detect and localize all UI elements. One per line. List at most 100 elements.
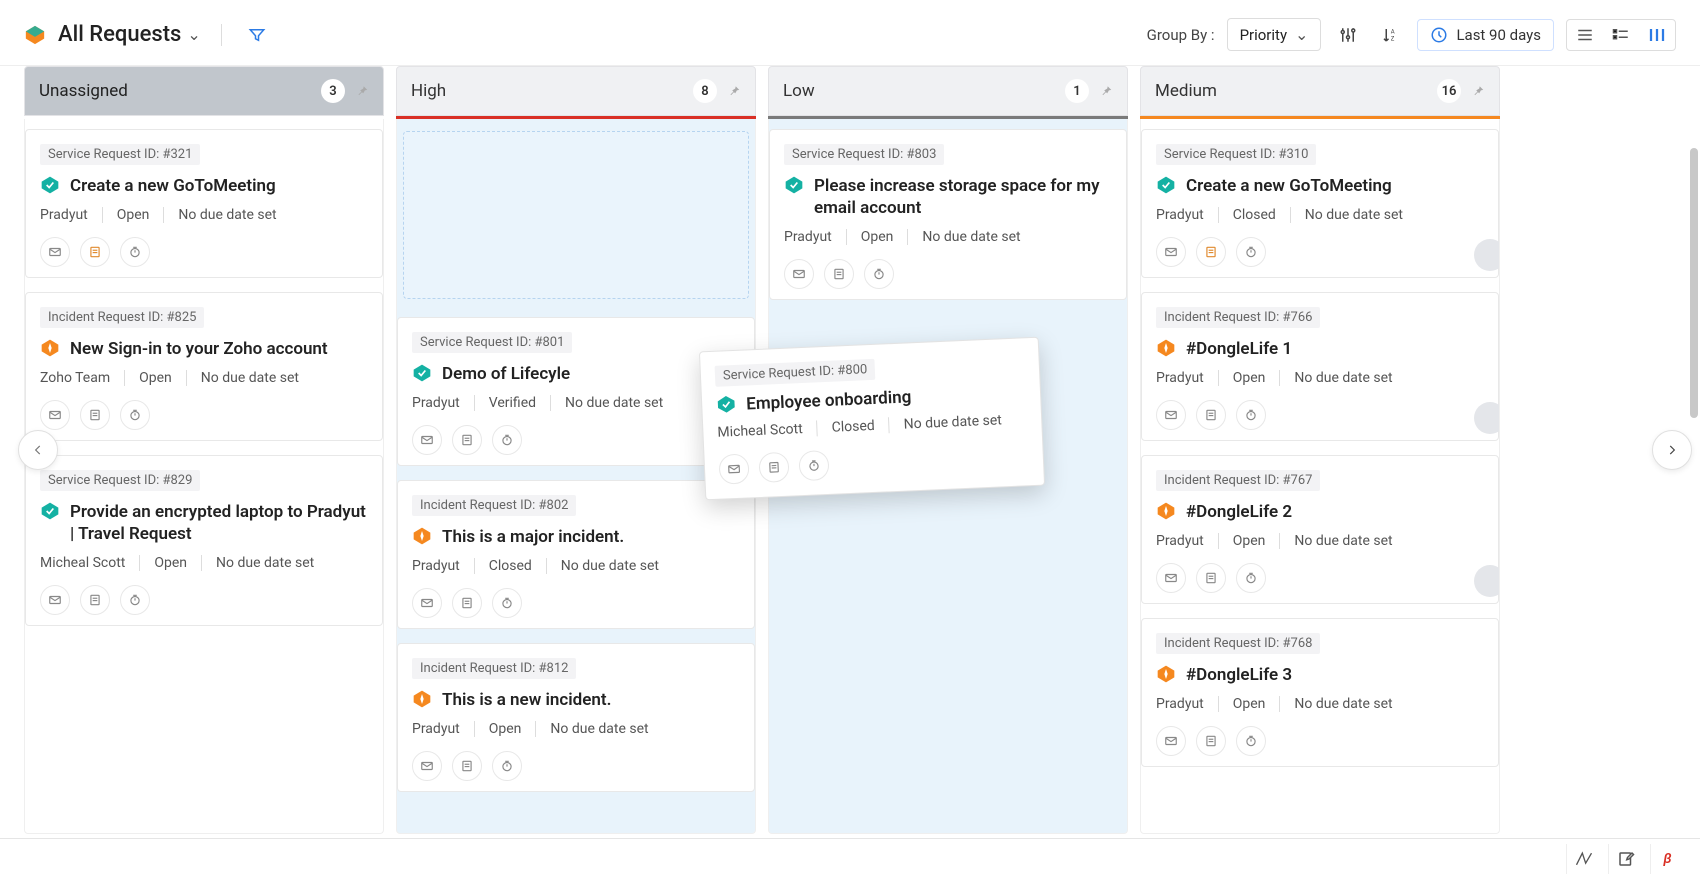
column-body[interactable]: Service Request ID: #310 Create a new Go… <box>1140 119 1500 834</box>
group-by-label: Group By : <box>1147 26 1215 44</box>
pin-icon[interactable] <box>355 84 369 98</box>
footer-edit-icon[interactable] <box>1608 844 1642 874</box>
timer-icon[interactable] <box>1236 400 1266 430</box>
mail-icon[interactable] <box>412 588 442 618</box>
request-id-badge: Service Request ID: #803 <box>784 144 944 165</box>
scrollbar-thumb[interactable] <box>1690 148 1698 418</box>
request-card[interactable]: Service Request ID: #829 Provide an encr… <box>25 455 383 626</box>
column-header[interactable]: Medium 16 <box>1140 66 1500 116</box>
page-title-dropdown[interactable]: All Requests ⌄ <box>58 22 201 47</box>
timer-icon[interactable] <box>120 237 150 267</box>
note-icon[interactable] <box>824 259 854 289</box>
timer-icon[interactable] <box>1236 726 1266 756</box>
topbar: All Requests ⌄ Group By : Priority ⌄ AZ … <box>0 0 1700 66</box>
view-detail-icon[interactable] <box>1603 20 1639 50</box>
note-icon[interactable] <box>758 452 789 483</box>
date-range-picker[interactable]: Last 90 days <box>1417 19 1554 51</box>
card-status: Open <box>1218 370 1266 386</box>
note-icon[interactable] <box>1196 237 1226 267</box>
request-id-badge: Incident Request ID: #767 <box>1156 470 1320 491</box>
card-assignee: Pradyut <box>1156 533 1204 549</box>
note-icon[interactable] <box>1196 563 1226 593</box>
mail-icon[interactable] <box>718 454 749 485</box>
pin-icon[interactable] <box>1099 84 1113 98</box>
column-header[interactable]: High 8 <box>396 66 756 116</box>
mail-icon[interactable] <box>412 751 442 781</box>
card-title: This is a major incident. <box>442 526 624 548</box>
timer-icon[interactable] <box>120 585 150 615</box>
dragging-card[interactable]: Service Request ID: #800 Employee onboar… <box>699 337 1045 501</box>
mail-icon[interactable] <box>40 237 70 267</box>
note-icon[interactable] <box>452 588 482 618</box>
column-header[interactable]: Low 1 <box>768 66 1128 116</box>
request-id-badge: Incident Request ID: #768 <box>1156 633 1320 654</box>
note-icon[interactable] <box>80 400 110 430</box>
sort-icon[interactable]: AZ <box>1375 20 1405 50</box>
request-card[interactable]: Incident Request ID: #767 #DongleLife 2 … <box>1141 455 1499 604</box>
note-icon[interactable] <box>80 585 110 615</box>
note-icon[interactable] <box>452 425 482 455</box>
mail-icon[interactable] <box>40 400 70 430</box>
group-by-select[interactable]: Priority ⌄ <box>1227 18 1322 51</box>
timer-icon[interactable] <box>492 751 522 781</box>
scroll-left-button[interactable] <box>18 430 58 470</box>
footer-zia-icon[interactable] <box>1566 844 1600 874</box>
timer-icon[interactable] <box>492 588 522 618</box>
pin-icon[interactable] <box>727 84 741 98</box>
card-title: Please increase storage space for my ema… <box>814 175 1112 219</box>
view-kanban-icon[interactable] <box>1639 20 1675 50</box>
timer-icon[interactable] <box>1236 237 1266 267</box>
note-icon[interactable] <box>80 237 110 267</box>
scroll-right-button[interactable] <box>1652 430 1692 470</box>
request-card[interactable]: Incident Request ID: #812 This is a new … <box>397 643 755 792</box>
card-due: No due date set <box>535 721 648 737</box>
timer-icon[interactable] <box>120 400 150 430</box>
incident-hex-icon <box>1156 664 1176 684</box>
incident-hex-icon <box>412 689 432 709</box>
request-card[interactable]: Incident Request ID: #802 This is a majo… <box>397 480 755 629</box>
mail-icon[interactable] <box>1156 563 1186 593</box>
card-title: #DongleLife 2 <box>1186 501 1292 523</box>
mail-icon[interactable] <box>784 259 814 289</box>
pin-icon[interactable] <box>1471 84 1485 98</box>
request-card[interactable]: Incident Request ID: #825 New Sign-in to… <box>25 292 383 441</box>
settings-sliders-icon[interactable] <box>1333 20 1363 50</box>
footer-beta-icon[interactable]: β <box>1650 844 1684 874</box>
request-card[interactable]: Incident Request ID: #766 #DongleLife 1 … <box>1141 292 1499 441</box>
timer-icon[interactable] <box>492 425 522 455</box>
card-due: No due date set <box>1279 696 1392 712</box>
column-body[interactable]: Service Request ID: #801 Demo of Lifecyl… <box>396 119 756 834</box>
mail-icon[interactable] <box>412 425 442 455</box>
card-status: Open <box>474 721 522 737</box>
request-card[interactable]: Service Request ID: #310 Create a new Go… <box>1141 129 1499 278</box>
timer-icon[interactable] <box>864 259 894 289</box>
card-assignee: Pradyut <box>412 558 460 574</box>
mail-icon[interactable] <box>40 585 70 615</box>
note-icon[interactable] <box>1196 726 1226 756</box>
mail-icon[interactable] <box>1156 400 1186 430</box>
card-status: Closed <box>816 418 875 437</box>
column-header[interactable]: Unassigned 3 <box>24 66 384 116</box>
request-card[interactable]: Service Request ID: #321 Create a new Go… <box>25 129 383 278</box>
mail-icon[interactable] <box>1156 726 1186 756</box>
timer-icon[interactable] <box>1236 563 1266 593</box>
timer-icon[interactable] <box>798 450 829 481</box>
request-card[interactable]: Service Request ID: #803 Please increase… <box>769 129 1127 300</box>
incident-hex-icon <box>1156 501 1176 521</box>
note-icon[interactable] <box>1196 400 1226 430</box>
card-assignee: Micheal Scott <box>40 555 125 571</box>
view-list-icon[interactable] <box>1567 20 1603 50</box>
card-status: Closed <box>474 558 532 574</box>
card-assignee: Pradyut <box>1156 696 1204 712</box>
note-icon[interactable] <box>452 751 482 781</box>
service-hex-icon <box>40 175 60 195</box>
card-assignee: Micheal Scott <box>717 421 803 441</box>
request-card[interactable]: Incident Request ID: #768 #DongleLife 3 … <box>1141 618 1499 767</box>
dropzone[interactable] <box>403 131 749 299</box>
card-assignee: Pradyut <box>784 229 832 245</box>
mail-icon[interactable] <box>1156 237 1186 267</box>
column-body[interactable]: Service Request ID: #321 Create a new Go… <box>24 119 384 834</box>
card-title: Demo of Lifecyle <box>442 363 570 385</box>
filter-icon[interactable] <box>242 20 272 50</box>
service-hex-icon <box>1156 175 1176 195</box>
